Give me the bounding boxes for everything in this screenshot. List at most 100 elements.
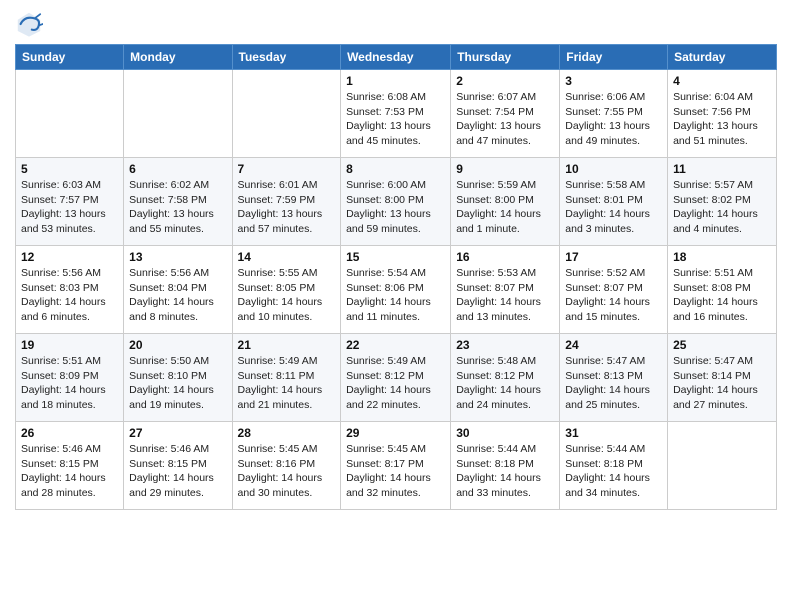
day-info: Sunrise: 5:59 AM Sunset: 8:00 PM Dayligh… xyxy=(456,178,554,237)
day-info: Sunrise: 5:56 AM Sunset: 8:04 PM Dayligh… xyxy=(129,266,226,325)
calendar-cell: 4 Sunrise: 6:04 AM Sunset: 7:56 PM Daylig… xyxy=(668,70,777,158)
calendar-cell: 12Sunrise: 5:56 AM Sunset: 8:03 PM Dayli… xyxy=(16,246,124,334)
day-number: 18 xyxy=(673,250,771,264)
calendar-cell: 9 Sunrise: 5:59 AM Sunset: 8:00 PM Daylig… xyxy=(451,158,560,246)
calendar-cell: 31 Sunrise: 5:44 AM Sunset: 8:18 PM Dayli… xyxy=(560,422,668,510)
calendar-cell: 24 Sunrise: 5:47 AM Sunset: 8:13 PM Dayli… xyxy=(560,334,668,422)
calendar-header-friday: Friday xyxy=(560,45,668,70)
calendar-cell: 17 Sunrise: 5:52 AM Sunset: 8:07 PM Dayli… xyxy=(560,246,668,334)
calendar-cell: 5Sunrise: 6:03 AM Sunset: 7:57 PM Daylig… xyxy=(16,158,124,246)
logo-icon xyxy=(15,10,43,38)
day-info: Sunrise: 5:44 AM Sunset: 8:18 PM Dayligh… xyxy=(565,442,662,501)
day-info: Sunrise: 6:03 AM Sunset: 7:57 PM Dayligh… xyxy=(21,178,118,237)
day-number: 8 xyxy=(346,162,445,176)
calendar-cell xyxy=(232,70,341,158)
logo xyxy=(15,10,47,38)
day-info: Sunrise: 5:49 AM Sunset: 8:11 PM Dayligh… xyxy=(238,354,336,413)
day-info: Sunrise: 5:56 AM Sunset: 8:03 PM Dayligh… xyxy=(21,266,118,325)
calendar-cell: 6 Sunrise: 6:02 AM Sunset: 7:58 PM Daylig… xyxy=(124,158,232,246)
calendar-cell: 1 Sunrise: 6:08 AM Sunset: 7:53 PM Daylig… xyxy=(341,70,451,158)
day-number: 23 xyxy=(456,338,554,352)
day-number: 9 xyxy=(456,162,554,176)
calendar-cell: 3 Sunrise: 6:06 AM Sunset: 7:55 PM Daylig… xyxy=(560,70,668,158)
calendar-header-tuesday: Tuesday xyxy=(232,45,341,70)
calendar-cell xyxy=(16,70,124,158)
day-number: 3 xyxy=(565,74,662,88)
calendar-cell: 7 Sunrise: 6:01 AM Sunset: 7:59 PM Daylig… xyxy=(232,158,341,246)
day-info: Sunrise: 5:46 AM Sunset: 8:15 PM Dayligh… xyxy=(21,442,118,501)
calendar-cell: 18Sunrise: 5:51 AM Sunset: 8:08 PM Dayli… xyxy=(668,246,777,334)
day-info: Sunrise: 5:58 AM Sunset: 8:01 PM Dayligh… xyxy=(565,178,662,237)
day-info: Sunrise: 5:50 AM Sunset: 8:10 PM Dayligh… xyxy=(129,354,226,413)
day-info: Sunrise: 5:45 AM Sunset: 8:16 PM Dayligh… xyxy=(238,442,336,501)
calendar-week-row: 19Sunrise: 5:51 AM Sunset: 8:09 PM Dayli… xyxy=(16,334,777,422)
calendar-cell: 20Sunrise: 5:50 AM Sunset: 8:10 PM Dayli… xyxy=(124,334,232,422)
day-info: Sunrise: 5:57 AM Sunset: 8:02 PM Dayligh… xyxy=(673,178,771,237)
calendar-week-row: 12Sunrise: 5:56 AM Sunset: 8:03 PM Dayli… xyxy=(16,246,777,334)
day-number: 29 xyxy=(346,426,445,440)
day-info: Sunrise: 5:54 AM Sunset: 8:06 PM Dayligh… xyxy=(346,266,445,325)
day-info: Sunrise: 5:47 AM Sunset: 8:14 PM Dayligh… xyxy=(673,354,771,413)
day-number: 15 xyxy=(346,250,445,264)
calendar-cell: 22 Sunrise: 5:49 AM Sunset: 8:12 PM Dayli… xyxy=(341,334,451,422)
calendar-header-thursday: Thursday xyxy=(451,45,560,70)
calendar-cell: 23 Sunrise: 5:48 AM Sunset: 8:12 PM Dayli… xyxy=(451,334,560,422)
calendar-cell: 2Sunrise: 6:07 AM Sunset: 7:54 PM Daylig… xyxy=(451,70,560,158)
calendar-header-saturday: Saturday xyxy=(668,45,777,70)
page-header xyxy=(15,10,777,38)
calendar-cell: 14Sunrise: 5:55 AM Sunset: 8:05 PM Dayli… xyxy=(232,246,341,334)
day-info: Sunrise: 6:08 AM Sunset: 7:53 PM Dayligh… xyxy=(346,90,445,149)
day-number: 2 xyxy=(456,74,554,88)
day-number: 22 xyxy=(346,338,445,352)
day-number: 10 xyxy=(565,162,662,176)
calendar-cell: 29 Sunrise: 5:45 AM Sunset: 8:17 PM Dayli… xyxy=(341,422,451,510)
day-number: 21 xyxy=(238,338,336,352)
day-number: 28 xyxy=(238,426,336,440)
calendar-cell: 16Sunrise: 5:53 AM Sunset: 8:07 PM Dayli… xyxy=(451,246,560,334)
day-info: Sunrise: 5:44 AM Sunset: 8:18 PM Dayligh… xyxy=(456,442,554,501)
calendar-cell: 21 Sunrise: 5:49 AM Sunset: 8:11 PM Dayli… xyxy=(232,334,341,422)
day-number: 17 xyxy=(565,250,662,264)
day-info: Sunrise: 6:04 AM Sunset: 7:56 PM Dayligh… xyxy=(673,90,771,149)
day-info: Sunrise: 5:45 AM Sunset: 8:17 PM Dayligh… xyxy=(346,442,445,501)
calendar-cell: 27 Sunrise: 5:46 AM Sunset: 8:15 PM Dayli… xyxy=(124,422,232,510)
day-info: Sunrise: 6:02 AM Sunset: 7:58 PM Dayligh… xyxy=(129,178,226,237)
day-info: Sunrise: 5:55 AM Sunset: 8:05 PM Dayligh… xyxy=(238,266,336,325)
day-number: 30 xyxy=(456,426,554,440)
day-info: Sunrise: 5:53 AM Sunset: 8:07 PM Dayligh… xyxy=(456,266,554,325)
day-number: 4 xyxy=(673,74,771,88)
calendar-cell: 15 Sunrise: 5:54 AM Sunset: 8:06 PM Dayli… xyxy=(341,246,451,334)
day-number: 25 xyxy=(673,338,771,352)
day-number: 27 xyxy=(129,426,226,440)
day-info: Sunrise: 5:52 AM Sunset: 8:07 PM Dayligh… xyxy=(565,266,662,325)
day-number: 7 xyxy=(238,162,336,176)
calendar-header-row: SundayMondayTuesdayWednesdayThursdayFrid… xyxy=(16,45,777,70)
calendar-cell: 13 Sunrise: 5:56 AM Sunset: 8:04 PM Dayli… xyxy=(124,246,232,334)
day-number: 31 xyxy=(565,426,662,440)
calendar-cell: 10 Sunrise: 5:58 AM Sunset: 8:01 PM Dayli… xyxy=(560,158,668,246)
calendar-cell: 25 Sunrise: 5:47 AM Sunset: 8:14 PM Dayli… xyxy=(668,334,777,422)
day-info: Sunrise: 6:01 AM Sunset: 7:59 PM Dayligh… xyxy=(238,178,336,237)
day-info: Sunrise: 5:46 AM Sunset: 8:15 PM Dayligh… xyxy=(129,442,226,501)
day-info: Sunrise: 6:06 AM Sunset: 7:55 PM Dayligh… xyxy=(565,90,662,149)
calendar-cell xyxy=(668,422,777,510)
calendar-table: SundayMondayTuesdayWednesdayThursdayFrid… xyxy=(15,44,777,510)
day-number: 13 xyxy=(129,250,226,264)
day-number: 19 xyxy=(21,338,118,352)
calendar-week-row: 26 Sunrise: 5:46 AM Sunset: 8:15 PM Dayli… xyxy=(16,422,777,510)
calendar-week-row: 5Sunrise: 6:03 AM Sunset: 7:57 PM Daylig… xyxy=(16,158,777,246)
calendar-cell xyxy=(124,70,232,158)
day-info: Sunrise: 6:00 AM Sunset: 8:00 PM Dayligh… xyxy=(346,178,445,237)
day-number: 6 xyxy=(129,162,226,176)
day-number: 24 xyxy=(565,338,662,352)
calendar-cell: 8 Sunrise: 6:00 AM Sunset: 8:00 PM Daylig… xyxy=(341,158,451,246)
day-number: 26 xyxy=(21,426,118,440)
day-info: Sunrise: 5:49 AM Sunset: 8:12 PM Dayligh… xyxy=(346,354,445,413)
calendar-header-sunday: Sunday xyxy=(16,45,124,70)
calendar-cell: 11Sunrise: 5:57 AM Sunset: 8:02 PM Dayli… xyxy=(668,158,777,246)
calendar-body: 1 Sunrise: 6:08 AM Sunset: 7:53 PM Daylig… xyxy=(16,70,777,510)
calendar-header-wednesday: Wednesday xyxy=(341,45,451,70)
day-info: Sunrise: 5:47 AM Sunset: 8:13 PM Dayligh… xyxy=(565,354,662,413)
day-number: 1 xyxy=(346,74,445,88)
day-info: Sunrise: 5:48 AM Sunset: 8:12 PM Dayligh… xyxy=(456,354,554,413)
